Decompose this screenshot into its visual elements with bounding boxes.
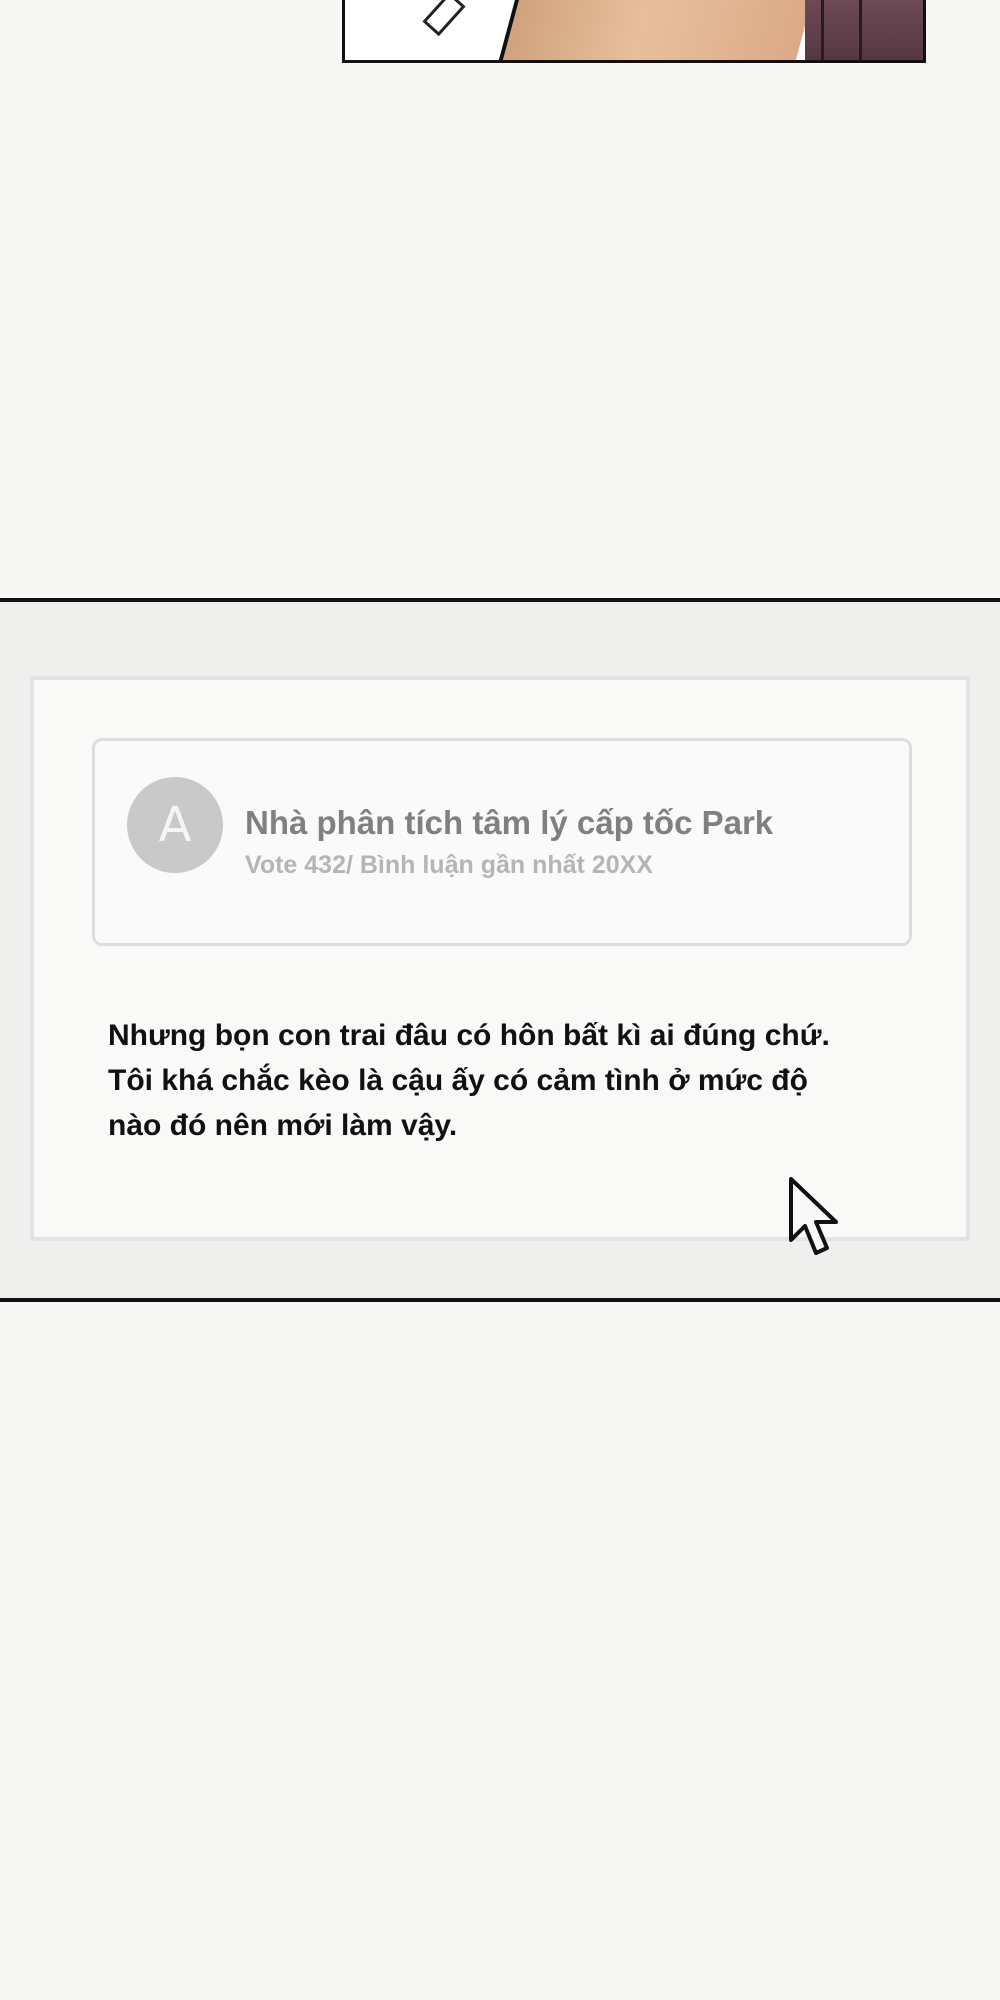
comment-line: Tôi khá chắc kèo là cậu ấy có cảm tình ở…	[108, 1064, 808, 1097]
comment-screenshot-panel: A Nhà phân tích tâm lý cấp tốc Park Vote…	[0, 598, 1000, 1302]
avatar: A	[127, 777, 223, 873]
comment-line: Nhưng bọn con trai đâu có hôn bất kì ai …	[108, 1019, 830, 1052]
pencil-art	[422, 0, 466, 37]
comment-meta: Vote 432/ Bình luận gần nhất 20XX	[245, 851, 653, 879]
hair-art	[805, 0, 923, 60]
top-comic-panel	[342, 0, 926, 63]
comment-card: A Nhà phân tích tâm lý cấp tốc Park Vote…	[30, 676, 970, 1241]
comment-header: A Nhà phân tích tâm lý cấp tốc Park Vote…	[92, 738, 912, 946]
mouse-pointer-icon	[789, 1177, 838, 1255]
author-name: Nhà phân tích tâm lý cấp tốc Park	[245, 804, 774, 841]
comment-line: nào đó nên mới làm vậy.	[108, 1109, 458, 1142]
skin-art	[498, 0, 813, 60]
comment-text: Nhưng bọn con trai đâu có hôn bất kì ai …	[108, 1013, 878, 1148]
